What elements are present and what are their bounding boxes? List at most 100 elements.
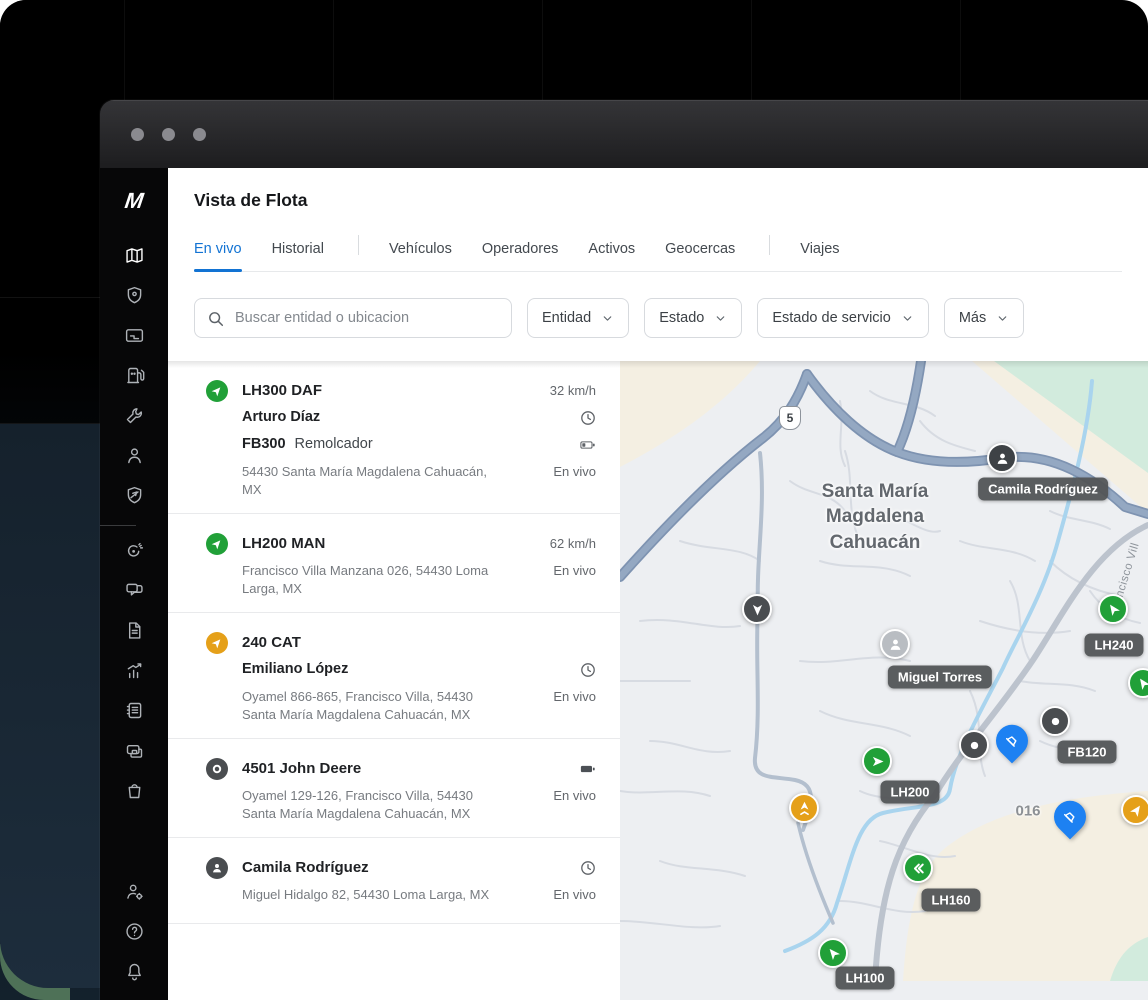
logs-icon (124, 700, 145, 726)
sidebar-item-map[interactable] (100, 238, 168, 278)
list-item[interactable]: LH300 DAF Arturo Díaz FB300 Remolcador 54430… (168, 361, 620, 514)
sidebar-item-marketplace[interactable] (100, 773, 168, 813)
battery-full-icon (580, 755, 596, 782)
notifications-icon (124, 961, 145, 987)
tab-en-vivo[interactable]: En vivo (194, 233, 242, 272)
sidebar-item-admin[interactable] (100, 874, 168, 914)
tab-historial[interactable]: Historial (272, 233, 324, 271)
page-title: Vista de Flota (194, 190, 308, 210)
tab-bar: En vivo Historial Vehículos Operadores Activ… (194, 233, 1122, 272)
person-marker-miguel-torres[interactable] (880, 629, 910, 659)
entity-title: 240 CAT (242, 634, 301, 651)
entity-address: Francisco Villa Manzana 026, 54430 Loma … (242, 563, 489, 596)
dashcam-icon (124, 325, 145, 351)
trailer-icon (1061, 808, 1079, 826)
documents-icon (124, 620, 145, 646)
vehicle-marker-heading-south[interactable] (742, 594, 772, 624)
tabs: En vivo Historial Vehículos Operadores Activ… (194, 233, 870, 272)
sidebar-item-fuel[interactable] (100, 358, 168, 398)
sidebar-item-operators[interactable] (100, 438, 168, 478)
tachograph-icon (124, 540, 145, 566)
live-status: En vivo (553, 689, 596, 704)
tab-activos[interactable]: Activos (588, 233, 635, 271)
sidebar-item-reports[interactable] (100, 653, 168, 693)
entity-meta: En vivo (510, 629, 596, 723)
list-item[interactable]: Camila Rodríguez Miguel Hidalgo 82, 54430… (168, 838, 620, 924)
filter-dropdown-más[interactable]: Más (943, 298, 1025, 338)
devices-icon (124, 740, 145, 766)
tab-vehículos[interactable]: Vehículos (389, 233, 452, 271)
search-input[interactable] (233, 309, 499, 327)
map-panel[interactable]: Santa María Magdalena Cahuacán 5 Francisco… (620, 361, 1148, 1000)
map-label-lh160[interactable]: LH160 (921, 888, 981, 912)
person-marker-camila-rodriguez[interactable] (987, 443, 1017, 473)
vehicle-marker-yellow-climb[interactable] (789, 793, 819, 823)
tab-geocercas[interactable]: Geocercas (665, 233, 735, 271)
sidebar-item-maintenance[interactable] (100, 398, 168, 438)
tab-operadores[interactable]: Operadores (482, 233, 559, 271)
tab-separator (769, 235, 771, 255)
sidebar-item-speed-shield[interactable] (100, 478, 168, 518)
clock-icon (580, 656, 596, 683)
vehicle-marker-yellow-edge[interactable] (1121, 795, 1148, 825)
dot-icon (1047, 713, 1064, 730)
tab-viajes[interactable]: Viajes (800, 233, 839, 271)
sidebar-item-messages[interactable] (100, 573, 168, 613)
trailer-pin-fb120[interactable] (989, 718, 1035, 764)
window-dot[interactable] (131, 128, 144, 141)
sidebar-item-notifications[interactable] (100, 954, 168, 994)
entity-status-icon-stopped (206, 758, 228, 780)
dot-icon (966, 737, 983, 754)
bg-grid-line (124, 0, 125, 100)
list-item[interactable]: LH200 MAN Francisco Villa Manzana 026, 54… (168, 514, 620, 613)
window-dot[interactable] (162, 128, 175, 141)
map-label-camila-rodríguez[interactable]: Camila Rodríguez (978, 477, 1108, 501)
sidebar-bottom-nav (100, 874, 168, 1000)
filter-dropdown-estado-de-servicio[interactable]: Estado de servicio (757, 298, 929, 338)
person-icon (994, 450, 1011, 467)
sidebar-item-devices[interactable] (100, 733, 168, 773)
trailer-pin-016[interactable] (1047, 794, 1093, 840)
sidebar-item-help[interactable] (100, 914, 168, 954)
speed-value: 62 km/h (549, 536, 596, 551)
vehicle-marker-lh100[interactable] (818, 938, 848, 968)
list-item[interactable]: 240 CAT Emiliano López Oyamel 866-865, Fra… (168, 613, 620, 739)
stopped-vehicle-marker-1[interactable] (1040, 706, 1070, 736)
sidebar-item-dashcam[interactable] (100, 318, 168, 358)
map-label-lh240[interactable]: LH240 (1084, 633, 1144, 657)
sidebar-item-tachograph[interactable] (100, 533, 168, 573)
nav-icon (749, 601, 766, 618)
dropdown-label: Entidad (542, 310, 592, 326)
sidebar-item-documents[interactable] (100, 613, 168, 653)
map-label-lh200[interactable]: LH200 (880, 780, 940, 804)
filter-dropdown-estado[interactable]: Estado (644, 298, 743, 338)
filter-dropdown-entidad[interactable]: Entidad (527, 298, 630, 338)
entity-address: Oyamel 866-865, Francisco Villa, 54430 S… (242, 689, 473, 722)
list-item[interactable]: 4501 John Deere Oyamel 129-126, Francisco… (168, 739, 620, 838)
bg-grid-line (542, 0, 543, 100)
entity-status-icon-nav (206, 533, 228, 555)
bg-grid-line (751, 0, 752, 100)
entity-list: LH300 DAF Arturo Díaz FB300 Remolcador 54430… (168, 361, 620, 1000)
speed-shield-icon (124, 485, 145, 511)
vehicle-marker-lh200[interactable] (862, 746, 892, 776)
entity-info: LH300 DAF Arturo Díaz FB300 Remolcador 54430… (242, 377, 496, 498)
map-label-lh100[interactable]: LH100 (835, 966, 895, 990)
window-dot[interactable] (193, 128, 206, 141)
entity-info: 4501 John Deere Oyamel 129-126, Francisco… (242, 755, 496, 822)
hero-composition: M Vista de Flota En vivo Historial Vehícul… (0, 0, 1148, 1000)
vehicle-marker-lh240[interactable] (1098, 594, 1128, 624)
stopped-vehicle-marker-2[interactable] (959, 730, 989, 760)
route-shield-5: 5 (779, 406, 801, 430)
sidebar-item-logs[interactable] (100, 693, 168, 733)
entity-driver: Arturo Díaz (242, 409, 321, 425)
app-main: Vista de Flota En vivo Historial Vehículos… (168, 168, 1148, 1000)
clock-icon (580, 404, 596, 431)
vehicle-marker-lh160[interactable] (903, 853, 933, 883)
map-label-miguel-torres[interactable]: Miguel Torres (887, 665, 993, 689)
fuel-icon (124, 365, 145, 391)
live-status: En vivo (553, 788, 596, 803)
map-label-fb120[interactable]: FB120 (1057, 740, 1117, 764)
sidebar-item-shield[interactable] (100, 278, 168, 318)
nav-icon (1131, 671, 1148, 695)
